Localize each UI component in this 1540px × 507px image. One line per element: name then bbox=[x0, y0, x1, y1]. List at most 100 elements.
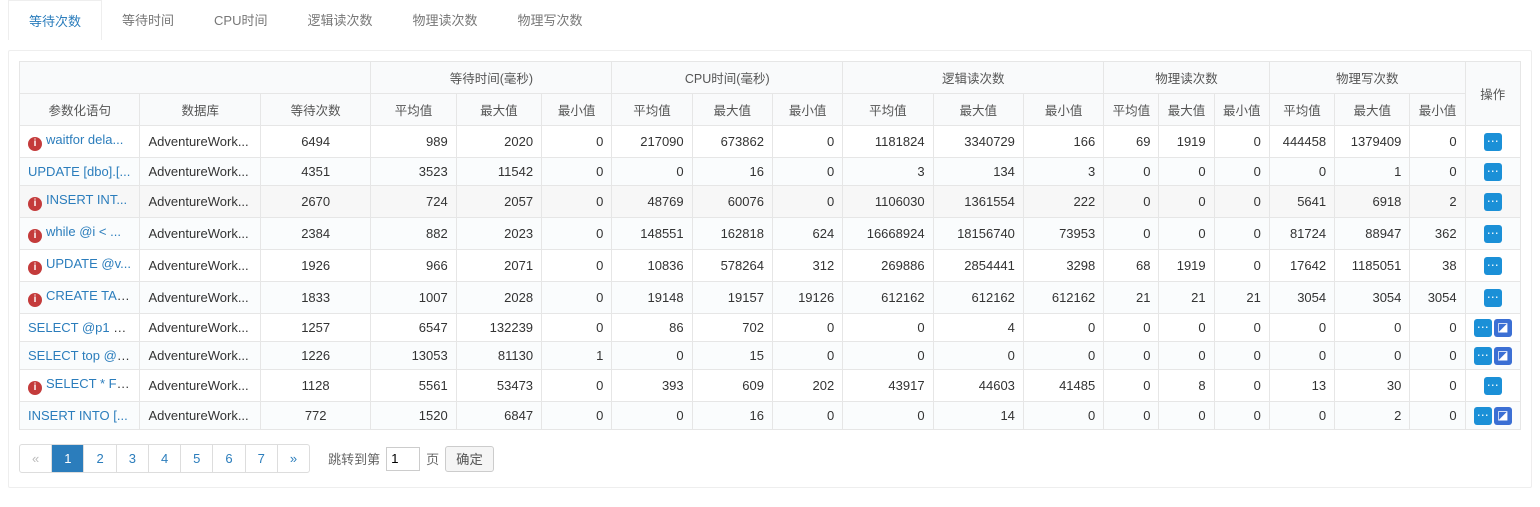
tab-4[interactable]: 物理读次数 bbox=[393, 0, 498, 40]
sql-link[interactable]: SELECT top @v... bbox=[28, 348, 133, 363]
header-cpu-avg: 平均值 bbox=[612, 94, 692, 126]
tab-0[interactable]: 等待次数 bbox=[8, 0, 102, 40]
more-icon[interactable]: ⋯ bbox=[1474, 407, 1492, 425]
cell-db: AdventureWork... bbox=[140, 186, 260, 218]
page-link[interactable]: 6 bbox=[213, 445, 244, 472]
cell-pr-avg: 0 bbox=[1104, 370, 1159, 402]
cell-wt-min: 0 bbox=[542, 218, 612, 250]
more-icon[interactable]: ⋯ bbox=[1484, 193, 1502, 211]
cell-db: AdventureWork... bbox=[140, 314, 260, 342]
page-list: «1234567» bbox=[19, 444, 310, 473]
table-row: UPDATE [dbo].[...AdventureWork...4351352… bbox=[20, 158, 1521, 186]
cell-wt-avg: 882 bbox=[371, 218, 456, 250]
cell-pr-min: 0 bbox=[1214, 126, 1269, 158]
link-icon[interactable]: ◪ bbox=[1494, 347, 1512, 365]
cell-pr-max: 0 bbox=[1159, 158, 1214, 186]
table-row: iUPDATE @v...AdventureWork...19269662071… bbox=[20, 250, 1521, 282]
cell-pw-min: 362 bbox=[1410, 218, 1465, 250]
cell-wait-count: 772 bbox=[260, 402, 370, 430]
link-icon[interactable]: ◪ bbox=[1494, 319, 1512, 337]
cell-pw-max: 1379409 bbox=[1335, 126, 1410, 158]
cell-pr-max: 1919 bbox=[1159, 126, 1214, 158]
sql-link[interactable]: UPDATE [dbo].[... bbox=[28, 164, 130, 179]
cell-pw-avg: 444458 bbox=[1269, 126, 1334, 158]
header-group-empty bbox=[20, 62, 371, 94]
more-icon[interactable]: ⋯ bbox=[1484, 225, 1502, 243]
page-link[interactable]: 1 bbox=[52, 445, 83, 472]
cell-db: AdventureWork... bbox=[140, 370, 260, 402]
cell-pr-avg: 0 bbox=[1104, 402, 1159, 430]
header-cpu-max: 最大值 bbox=[692, 94, 772, 126]
cell-lr-min: 3298 bbox=[1023, 250, 1103, 282]
cell-wt-max: 2028 bbox=[456, 282, 541, 314]
cell-lr-min: 0 bbox=[1023, 402, 1103, 430]
page-link[interactable]: 5 bbox=[181, 445, 212, 472]
sql-link[interactable]: INSERT INT... bbox=[46, 192, 127, 207]
table-row: iCREATE TAB...AdventureWork...1833100720… bbox=[20, 282, 1521, 314]
cell-pw-max: 1185051 bbox=[1335, 250, 1410, 282]
tab-5[interactable]: 物理写次数 bbox=[498, 0, 603, 40]
sql-link[interactable]: CREATE TAB... bbox=[46, 288, 136, 303]
cell-pr-max: 1919 bbox=[1159, 250, 1214, 282]
cell-pr-max: 8 bbox=[1159, 370, 1214, 402]
page-link[interactable]: 4 bbox=[149, 445, 180, 472]
cell-wt-max: 2057 bbox=[456, 186, 541, 218]
header-pr-avg: 平均值 bbox=[1104, 94, 1159, 126]
tab-2[interactable]: CPU时间 bbox=[194, 0, 287, 40]
tab-3[interactable]: 逻辑读次数 bbox=[287, 0, 392, 40]
page-link[interactable]: 7 bbox=[246, 445, 277, 472]
cell-cpu-avg: 0 bbox=[612, 342, 692, 370]
more-icon[interactable]: ⋯ bbox=[1484, 377, 1502, 395]
page-link[interactable]: 3 bbox=[117, 445, 148, 472]
header-db: 数据库 bbox=[140, 94, 260, 126]
more-icon[interactable]: ⋯ bbox=[1484, 289, 1502, 307]
cell-cpu-min: 624 bbox=[772, 218, 842, 250]
error-icon: i bbox=[28, 137, 42, 151]
cell-pw-min: 0 bbox=[1410, 314, 1465, 342]
cell-ops: ⋯◪ bbox=[1465, 342, 1520, 370]
sql-link[interactable]: UPDATE @v... bbox=[46, 256, 131, 271]
cell-pw-avg: 0 bbox=[1269, 158, 1334, 186]
cell-lr-min: 0 bbox=[1023, 342, 1103, 370]
cell-pr-min: 0 bbox=[1214, 314, 1269, 342]
jump-input[interactable] bbox=[386, 447, 420, 471]
cell-wt-avg: 1520 bbox=[371, 402, 456, 430]
header-wt-max: 最大值 bbox=[456, 94, 541, 126]
page-link[interactable]: » bbox=[278, 445, 309, 472]
sql-link[interactable]: INSERT INTO [... bbox=[28, 408, 128, 423]
sql-link[interactable]: waitfor dela... bbox=[46, 132, 123, 147]
jump-confirm-button[interactable]: 确定 bbox=[445, 446, 494, 472]
cell-lr-max: 1361554 bbox=[933, 186, 1023, 218]
cell-wait-count: 6494 bbox=[260, 126, 370, 158]
link-icon[interactable]: ◪ bbox=[1494, 407, 1512, 425]
sql-link[interactable]: while @i < ... bbox=[46, 224, 121, 239]
page-link[interactable]: 2 bbox=[84, 445, 115, 472]
more-icon[interactable]: ⋯ bbox=[1484, 163, 1502, 181]
tab-1[interactable]: 等待时间 bbox=[102, 0, 194, 40]
cell-cpu-min: 0 bbox=[772, 158, 842, 186]
cell-pr-min: 0 bbox=[1214, 218, 1269, 250]
cell-cpu-min: 0 bbox=[772, 186, 842, 218]
cell-pr-avg: 0 bbox=[1104, 158, 1159, 186]
cell-pw-max: 88947 bbox=[1335, 218, 1410, 250]
cell-pw-max: 3054 bbox=[1335, 282, 1410, 314]
sql-link[interactable]: SELECT * FR... bbox=[46, 376, 137, 391]
jump-suffix: 页 bbox=[426, 449, 439, 468]
more-icon[interactable]: ⋯ bbox=[1474, 347, 1492, 365]
cell-cpu-avg: 217090 bbox=[612, 126, 692, 158]
header-cpu-min: 最小值 bbox=[772, 94, 842, 126]
page-link[interactable]: « bbox=[20, 445, 51, 472]
more-icon[interactable]: ⋯ bbox=[1484, 133, 1502, 151]
cell-pw-avg: 3054 bbox=[1269, 282, 1334, 314]
more-icon[interactable]: ⋯ bbox=[1484, 257, 1502, 275]
sql-link[interactable]: SELECT @p1 = ... bbox=[28, 320, 135, 335]
cell-pw-avg: 0 bbox=[1269, 342, 1334, 370]
error-icon: i bbox=[28, 293, 42, 307]
cell-wait-count: 1833 bbox=[260, 282, 370, 314]
cell-pw-max: 0 bbox=[1335, 314, 1410, 342]
more-icon[interactable]: ⋯ bbox=[1474, 319, 1492, 337]
header-pw-min: 最小值 bbox=[1410, 94, 1465, 126]
cell-pr-avg: 0 bbox=[1104, 314, 1159, 342]
cell-wt-min: 0 bbox=[542, 282, 612, 314]
cell-pr-min: 0 bbox=[1214, 370, 1269, 402]
